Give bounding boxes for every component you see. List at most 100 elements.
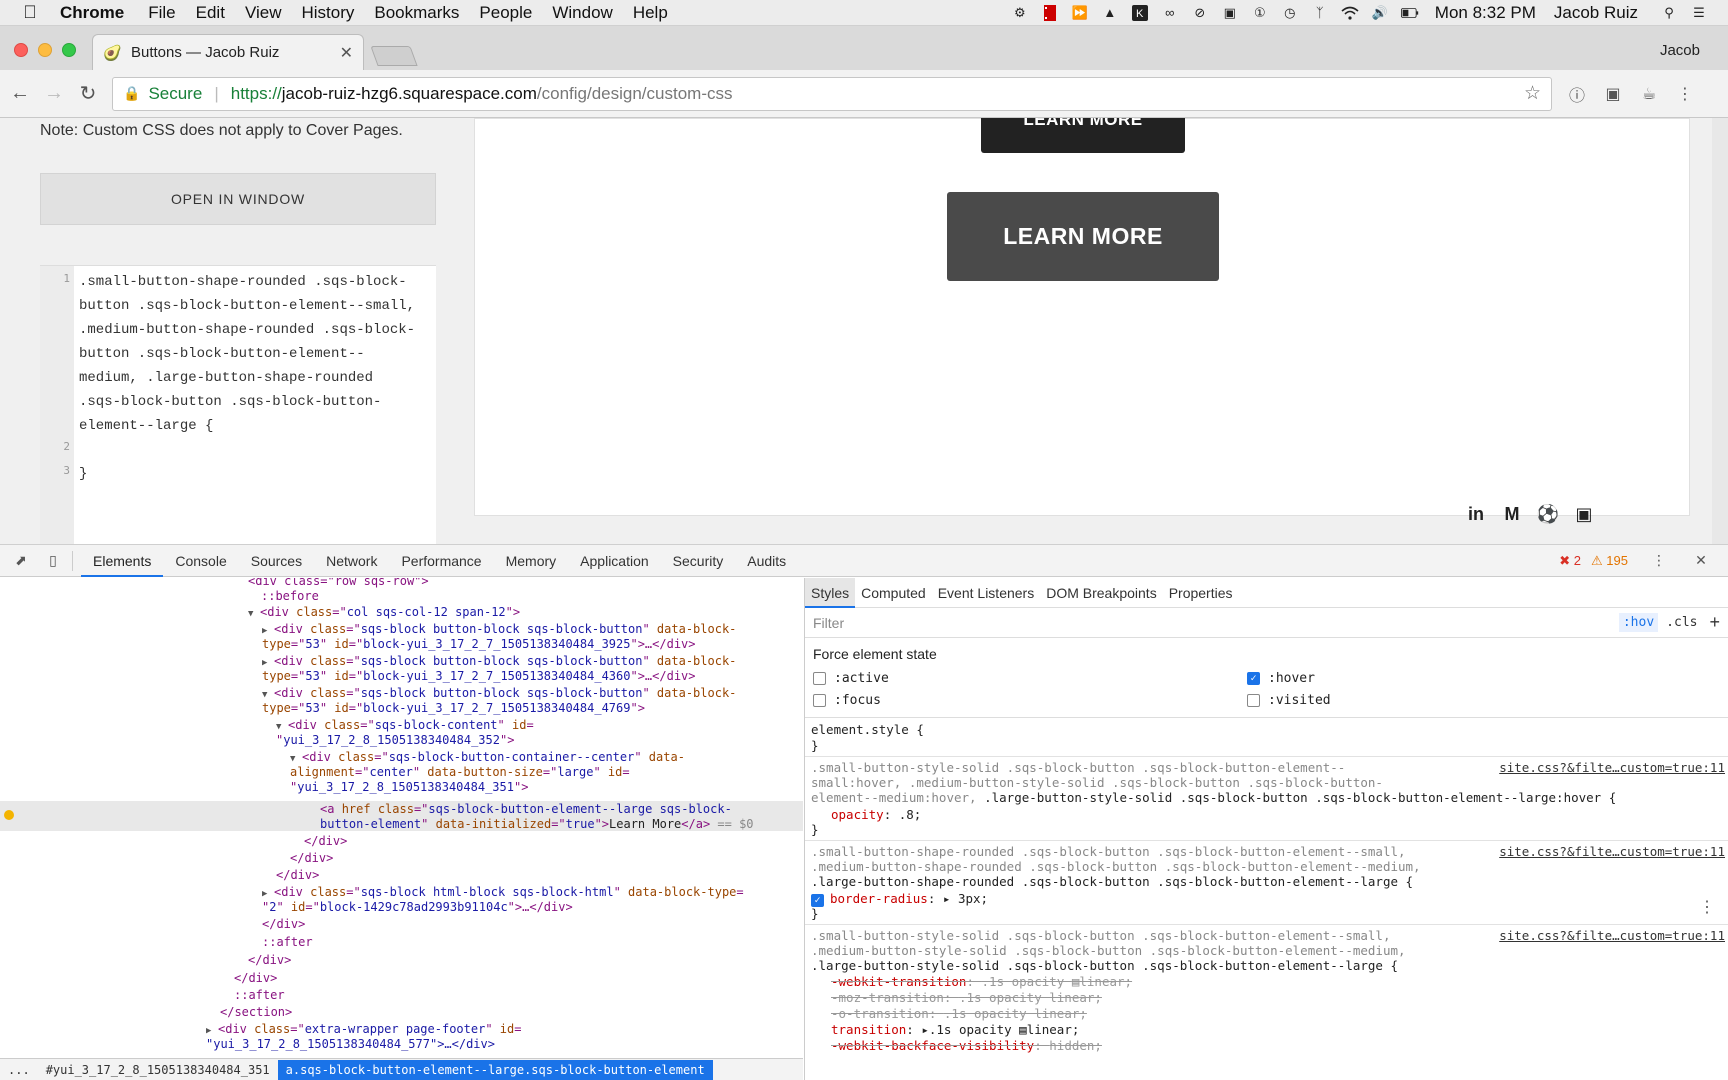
styles-filter-input[interactable]: Filter bbox=[813, 615, 844, 631]
1password-icon[interactable]: ① bbox=[1251, 5, 1269, 21]
tab-audits[interactable]: Audits bbox=[735, 545, 798, 577]
toggle-hov-button[interactable]: :hov bbox=[1618, 613, 1659, 632]
learn-more-button-top[interactable]: LEARN MORE bbox=[981, 118, 1185, 153]
browser-tab-active[interactable]: 🥑 Buttons — Jacob Ruiz ✕ bbox=[92, 34, 364, 70]
new-style-rule-button[interactable]: + bbox=[1709, 612, 1720, 633]
notification-center-icon[interactable]: ☰ bbox=[1690, 5, 1708, 21]
dom-close-tag[interactable]: </div> bbox=[290, 851, 333, 866]
checkbox-icon[interactable] bbox=[813, 694, 826, 707]
breadcrumb-item-active[interactable]: a.sqs-block-button-element--large.sqs-bl… bbox=[277, 1060, 713, 1080]
cup-extension-icon[interactable]: ☕ bbox=[1638, 83, 1660, 105]
window-maximize-button[interactable] bbox=[62, 43, 76, 57]
dom-close-tag[interactable]: </section> bbox=[220, 1005, 292, 1020]
clock[interactable]: Mon 8:32 PM bbox=[1435, 3, 1536, 23]
chrome-menu-icon[interactable]: ⋮ bbox=[1674, 83, 1696, 105]
devtools-close-icon[interactable]: ✕ bbox=[1690, 550, 1712, 572]
menu-help[interactable]: Help bbox=[623, 3, 678, 23]
dom-pseudo[interactable]: ::after bbox=[262, 935, 313, 950]
tab-console[interactable]: Console bbox=[163, 545, 238, 577]
forward-icon[interactable]: ⏩ bbox=[1071, 5, 1089, 21]
device-toolbar-icon[interactable]: ▯ bbox=[42, 550, 64, 572]
film-icon[interactable] bbox=[1041, 4, 1059, 21]
medium-icon[interactable]: M bbox=[1501, 503, 1523, 525]
tab-performance[interactable]: Performance bbox=[389, 545, 493, 577]
rule-selector[interactable]: .large-button-style-solid .sqs-block-but… bbox=[811, 958, 1398, 973]
tab-application[interactable]: Application bbox=[568, 545, 661, 577]
dom-close-tag[interactable]: </div> bbox=[262, 917, 305, 932]
dom-node[interactable]: ▼ <div class="col sqs-col-12 span-12"> bbox=[248, 605, 520, 622]
volume-icon[interactable]: 🔊 bbox=[1371, 5, 1389, 21]
window-close-button[interactable] bbox=[14, 43, 28, 57]
code-line[interactable]: .sqs-block-button .sqs-block-button- bbox=[79, 394, 381, 410]
menu-app-name[interactable]: Chrome bbox=[50, 3, 134, 23]
css-declaration[interactable]: ✓ border-radius: ▸ 3px; bbox=[811, 891, 988, 907]
css-declaration-overridden[interactable]: -webkit-backface-visibility: hidden; bbox=[831, 1038, 1102, 1053]
menu-bookmarks[interactable]: Bookmarks bbox=[364, 3, 469, 23]
open-in-window-button[interactable]: OPEN IN WINDOW bbox=[40, 173, 436, 225]
state-hover-checkbox[interactable]: ✓:hover bbox=[1247, 671, 1315, 686]
inspect-element-icon[interactable]: ⬈ bbox=[10, 550, 32, 572]
dom-close-tag[interactable]: </div> bbox=[304, 834, 347, 849]
new-tab-button[interactable] bbox=[370, 46, 418, 66]
instagram-icon[interactable]: ▣ bbox=[1573, 503, 1595, 525]
tab-properties[interactable]: Properties bbox=[1163, 578, 1239, 608]
rule-more-icon[interactable]: ⋮ bbox=[1699, 897, 1715, 916]
rule-source-link[interactable]: site.css?&filte…custom=true:11 bbox=[1499, 760, 1725, 775]
breadcrumb-ellipsis[interactable]: ... bbox=[0, 1063, 38, 1077]
tab-security[interactable]: Security bbox=[661, 545, 736, 577]
user-name[interactable]: Jacob Ruiz bbox=[1554, 3, 1638, 23]
tab-computed[interactable]: Computed bbox=[855, 578, 932, 608]
rule-selector[interactable]: .small-button-style-solid .sqs-block-but… bbox=[811, 760, 1345, 775]
dom-pseudo[interactable]: ::after bbox=[234, 988, 285, 1003]
css-code-editor[interactable]: 1 2 3 .small-button-shape-rounded .sqs-b… bbox=[40, 265, 436, 544]
address-bar[interactable]: 🔒 Secure | https://jacob-ruiz-hzg6.squar… bbox=[112, 76, 1552, 111]
rule-selector[interactable]: element--medium:hover, .large-button-sty… bbox=[811, 790, 1616, 805]
css-declaration[interactable]: transition: ▸.1s opacity ▤linear; bbox=[831, 1022, 1079, 1037]
tab-event-listeners[interactable]: Event Listeners bbox=[932, 578, 1041, 608]
rule-source-link[interactable]: site.css?&filte…custom=true:11 bbox=[1499, 844, 1725, 859]
rule-selector[interactable]: .large-button-shape-rounded .sqs-block-b… bbox=[811, 874, 1413, 889]
window-minimize-button[interactable] bbox=[38, 43, 52, 57]
expand-triangle-icon[interactable]: ▸ bbox=[943, 891, 951, 906]
warning-count[interactable]: ⚠ 195 bbox=[1591, 553, 1628, 569]
tab-network[interactable]: Network bbox=[314, 545, 389, 577]
dom-close-tag[interactable]: </div> bbox=[234, 971, 277, 986]
back-arrow-icon[interactable]: ← bbox=[6, 80, 34, 108]
tab-close-icon[interactable]: ✕ bbox=[340, 43, 353, 63]
tab-memory[interactable]: Memory bbox=[494, 545, 569, 577]
elements-tree[interactable]: <div class="row sqs-row"> ::before ▼ <div… bbox=[0, 578, 803, 1058]
css-declaration-overridden[interactable]: -moz-transition: .1s opacity linear; bbox=[831, 990, 1102, 1005]
menu-file[interactable]: File bbox=[138, 3, 185, 23]
css-declaration-overridden[interactable]: -webkit-transition: .1s opacity ▤linear; bbox=[831, 974, 1132, 989]
code-line[interactable]: button .sqs-block-button-element-- bbox=[79, 346, 365, 362]
dom-close-tag[interactable]: </div> bbox=[276, 868, 319, 883]
learn-more-button-large[interactable]: LEARN MORE bbox=[947, 192, 1219, 281]
toggle-cls-button[interactable]: .cls bbox=[1666, 615, 1697, 630]
css-declaration-overridden[interactable]: -o-transition: .1s opacity linear; bbox=[831, 1006, 1087, 1021]
checkbox-icon[interactable] bbox=[1247, 694, 1260, 707]
forward-arrow-icon[interactable]: → bbox=[40, 80, 68, 108]
tab-sources[interactable]: Sources bbox=[239, 545, 314, 577]
menu-people[interactable]: People bbox=[469, 3, 542, 23]
element-style-selector[interactable]: element.style { bbox=[811, 722, 924, 737]
lock-icon[interactable]: 🔒 bbox=[123, 85, 140, 102]
spotlight-search-icon[interactable]: ⚲ bbox=[1660, 5, 1678, 21]
rule-source-link[interactable]: site.css?&filte…custom=true:11 bbox=[1499, 928, 1725, 943]
rule-selector[interactable]: .medium-button-shape-rounded .sqs-block-… bbox=[811, 859, 1421, 874]
linkedin-icon[interactable]: in bbox=[1465, 503, 1487, 525]
dom-node[interactable]: <div class="row sqs-row"> bbox=[248, 578, 429, 589]
battery-icon[interactable] bbox=[1400, 5, 1419, 21]
css-declaration[interactable]: opacity: .8; bbox=[831, 807, 921, 822]
state-focus-checkbox[interactable]: :focus bbox=[813, 693, 881, 708]
apple-icon[interactable]:  bbox=[10, 2, 50, 23]
error-count[interactable]: ✖ 2 bbox=[1559, 553, 1581, 569]
checkbox-checked-icon[interactable]: ✓ bbox=[1247, 672, 1260, 685]
menu-window[interactable]: Window bbox=[542, 3, 622, 23]
dom-node-selected[interactable]: <a href class="sqs-block-button-element-… bbox=[320, 802, 732, 817]
tab-dom-breakpoints[interactable]: DOM Breakpoints bbox=[1040, 578, 1162, 608]
dribbble-icon[interactable]: ⚽ bbox=[1537, 503, 1559, 525]
info-extension-icon[interactable]: ⓘ bbox=[1566, 83, 1588, 105]
rule-selector[interactable]: .small-button-style-solid .sqs-block-but… bbox=[811, 928, 1390, 943]
code-line[interactable]: element--large { bbox=[79, 418, 213, 434]
code-line[interactable]: } bbox=[79, 466, 87, 482]
